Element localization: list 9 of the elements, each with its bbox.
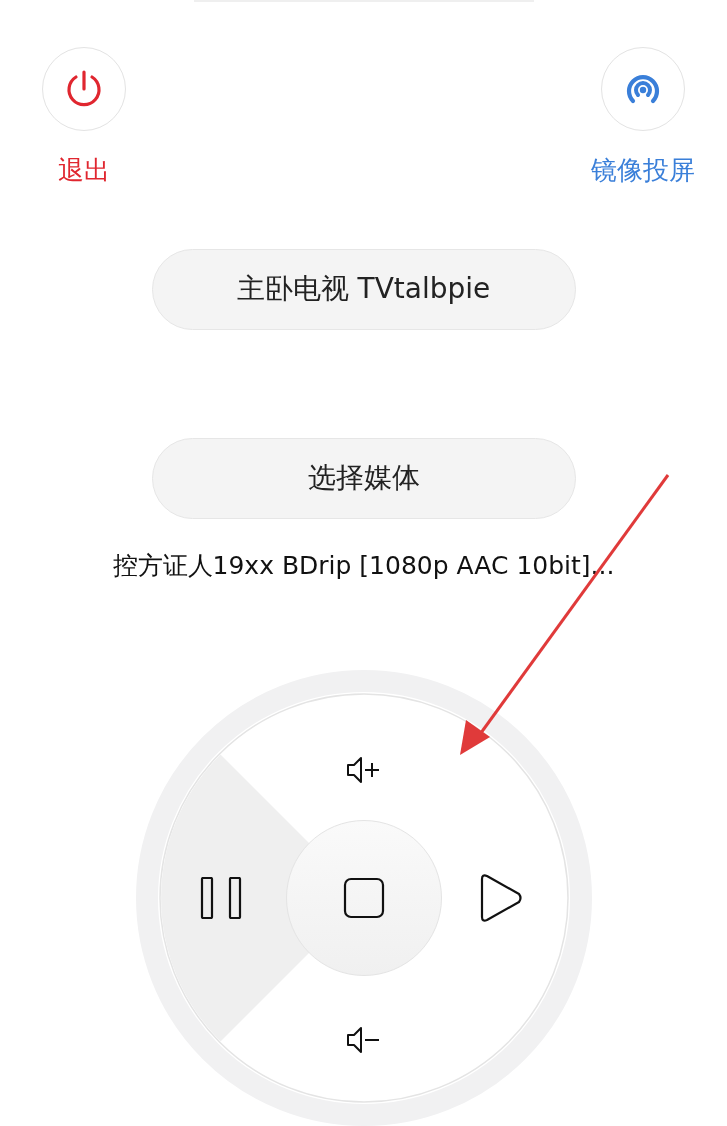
select-media-button[interactable]: 选择媒体 <box>151 437 576 519</box>
volume-up-icon <box>345 755 382 785</box>
play-icon <box>478 873 523 923</box>
action-label[interactable]: 退出 <box>58 152 110 187</box>
pause-icon <box>199 877 242 919</box>
device-button[interactable]: 主卧电视 TVtalbpie <box>151 248 576 330</box>
volume-down-icon <box>345 1025 382 1055</box>
stop-icon <box>342 877 385 919</box>
action-label[interactable]: 镜像投屏 <box>591 152 695 187</box>
